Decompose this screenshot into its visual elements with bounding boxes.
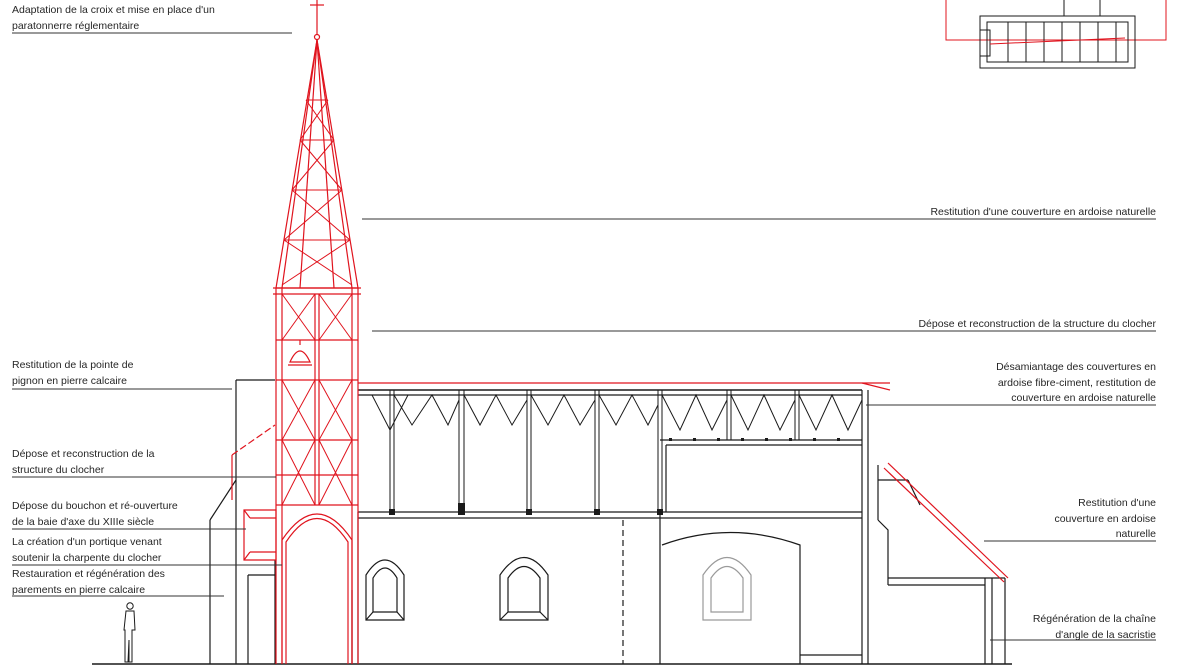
intervention-drawing	[231, 0, 1009, 664]
annotation-line: ardoise fibre-ciment, restitution de	[997, 376, 1156, 389]
annotation-structure-clocher: Dépose et reconstruction de la structure…	[918, 317, 1156, 333]
annotation-line: La création d'un portique venant	[12, 536, 162, 548]
annotation-parements: Restauration et régénération des paremen…	[12, 567, 165, 598]
annotation-line: de la baie d'axe du XIIIe siècle	[12, 515, 155, 528]
annotation-line: naturelle	[1115, 528, 1156, 540]
annotation-line: paratonnerre réglementaire	[12, 19, 140, 32]
annotation-line: Restitution de la pointe de	[12, 359, 134, 371]
annotation-line: Désamiantage des couvertures en	[996, 361, 1156, 373]
annotation-line: Régénération de la chaîne	[1032, 613, 1156, 625]
existing-building	[92, 379, 1012, 665]
plan-thumbnail	[945, 0, 1167, 69]
annotation-line: Adaptation de la croix et mise en place …	[12, 4, 215, 16]
annotation-line: Dépose du bouchon et ré-ouverture	[12, 500, 178, 512]
annotation-line: Dépose et reconstruction de la structure…	[918, 318, 1156, 330]
annotation-line: Restitution d'une	[1078, 497, 1156, 509]
annotation-structure: Dépose et reconstruction de la structure…	[12, 447, 154, 478]
annotation-pignon: Restitution de la pointe de pignon en pi…	[12, 358, 133, 389]
annotation-line: structure du clocher	[12, 463, 105, 476]
annotation-couverture-ardoise: Restitution d'une couverture en ardoise …	[930, 205, 1156, 221]
leader-lines	[12, 32, 1156, 641]
annotation-chaine-angle: Régénération de la chaîne d'angle de la …	[1033, 612, 1156, 643]
annotation-line: parements en pierre calcaire	[12, 583, 146, 596]
annotation-portique: La création d'un portique venant souteni…	[12, 535, 162, 566]
annotation-line: d'angle de la sacristie	[1055, 628, 1156, 641]
annotation-desamiantage: Désamiantage des couvertures en ardoise …	[996, 360, 1156, 407]
annotation-line: soutenir la charpente du clocher	[12, 551, 162, 564]
annotation-line: Dépose et reconstruction de la	[12, 448, 155, 460]
annotation-couverture-sacristie: Restitution d'une couverture en ardoise …	[1054, 496, 1156, 543]
annotation-line: pignon en pierre calcaire	[12, 374, 127, 387]
annotation-line: couverture en ardoise	[1054, 512, 1156, 525]
annotation-line: Restauration et régénération des	[12, 568, 165, 580]
annotation-line: Restitution d'une couverture en ardoise …	[930, 206, 1156, 218]
annotation-baie: Dépose du bouchon et ré-ouverture de la …	[12, 499, 178, 530]
church-elevation-drawing	[12, 0, 1167, 665]
annotation-line: couverture en ardoise naturelle	[1011, 392, 1156, 404]
annotation-croix: Adaptation de la croix et mise en place …	[12, 3, 215, 34]
